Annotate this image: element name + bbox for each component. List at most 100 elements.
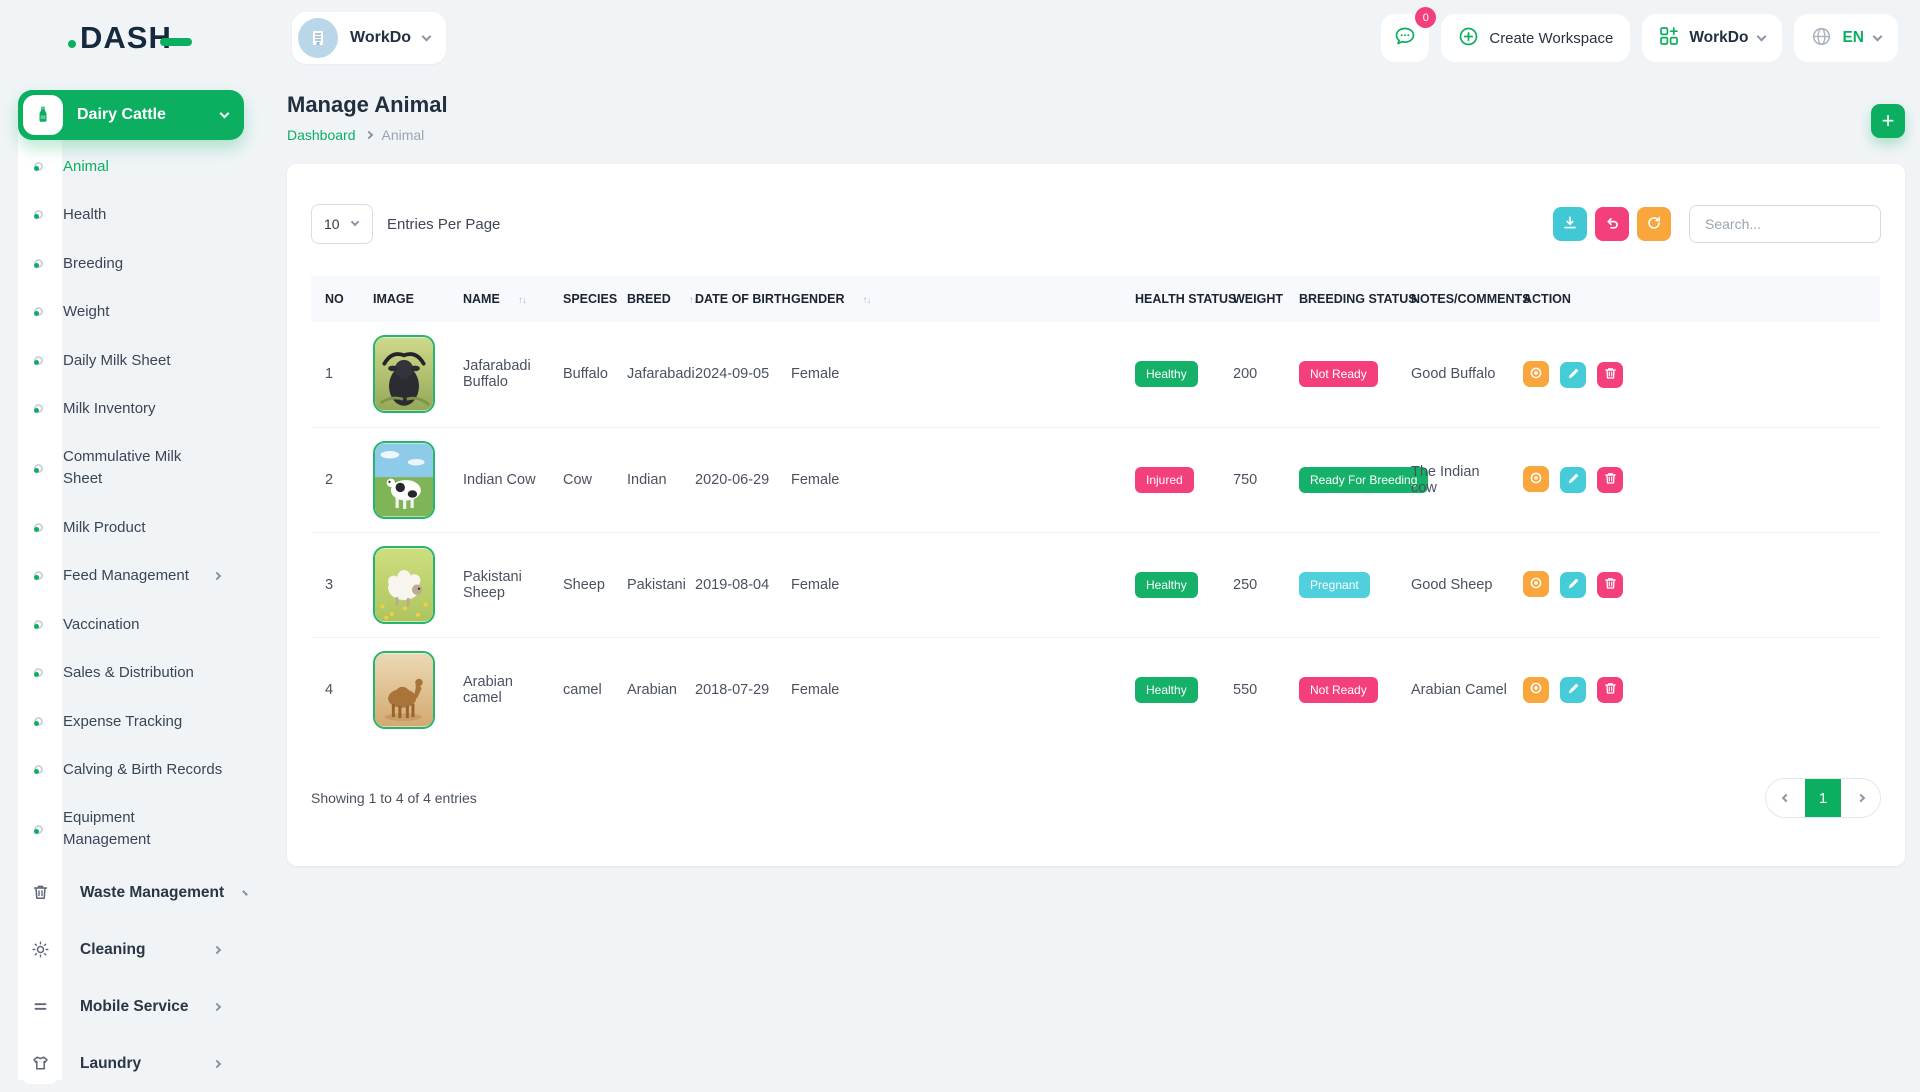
- cell-breed: Pakistani: [613, 532, 681, 637]
- chevron-left-icon: [1781, 794, 1789, 802]
- view-button[interactable]: [1523, 571, 1549, 597]
- download-icon: [1562, 215, 1578, 234]
- workspace-switcher[interactable]: WorkDo: [292, 12, 446, 64]
- chevron-down-icon: [1757, 31, 1767, 41]
- table-actions: [1553, 205, 1881, 243]
- animals-table: NOIMAGENAME↑↓SPECIES↑↓BREED↑↓DATE OF BIR…: [311, 276, 1880, 742]
- sidebar-item-label: Expense Tracking: [63, 713, 182, 730]
- sidebar-item-animal[interactable]: Animal: [0, 142, 270, 191]
- sidebar-item-expense-tracking[interactable]: Expense Tracking: [0, 697, 270, 746]
- pencil-icon: [1567, 577, 1580, 593]
- column-header-no: NO: [311, 276, 359, 322]
- circle-plus-icon: [1458, 26, 1479, 51]
- messages-count-badge: 0: [1415, 7, 1436, 28]
- brand-name: DASH: [80, 20, 172, 56]
- sidebar-item-milk-product[interactable]: Milk Product: [0, 503, 270, 552]
- add-animal-button[interactable]: +: [1871, 104, 1905, 138]
- animals-table-card: 10 Entries Per Page: [287, 164, 1905, 866]
- create-workspace-button[interactable]: Create Workspace: [1441, 14, 1630, 62]
- edit-button[interactable]: [1560, 572, 1586, 598]
- column-header-breeding-status[interactable]: BREEDING STATUS↑↓: [1285, 276, 1397, 322]
- eye-icon: [1529, 366, 1543, 383]
- sidebar-item-weight[interactable]: Weight: [0, 288, 270, 337]
- health-status-badge: Injured: [1135, 467, 1194, 493]
- cell-weight: 750: [1219, 427, 1285, 532]
- delete-button[interactable]: [1597, 572, 1623, 598]
- sidebar-item-health[interactable]: Health: [0, 191, 270, 240]
- showing-entries-text: Showing 1 to 4 of 4 entries: [311, 790, 477, 806]
- refresh-button[interactable]: [1637, 207, 1671, 241]
- table-row: 4 Arabian camel camel Arabian 2018-07-29…: [311, 637, 1880, 742]
- sidebar-item-vaccination[interactable]: Vaccination: [0, 600, 270, 649]
- column-header-gender[interactable]: GENDER↑↓: [777, 276, 1121, 322]
- export-button[interactable]: [1553, 207, 1587, 241]
- cell-health-status: Healthy: [1121, 637, 1219, 742]
- current-page-button[interactable]: 1: [1805, 779, 1841, 817]
- column-header-species[interactable]: SPECIES↑↓: [549, 276, 613, 322]
- breeding-status-badge: Not Ready: [1299, 677, 1378, 703]
- sidebar-module-cleaning[interactable]: Cleaning: [0, 921, 270, 978]
- language-selector[interactable]: EN: [1794, 14, 1898, 62]
- cell-health-status: Injured: [1121, 427, 1219, 532]
- breadcrumb-dashboard-link[interactable]: Dashboard: [287, 127, 356, 143]
- page-heading-block: Manage Animal Dashboard Animal: [287, 76, 448, 143]
- column-header-image: IMAGE: [359, 276, 449, 322]
- workspace-label: WorkDo: [350, 29, 411, 47]
- bullet-icon: [34, 717, 43, 726]
- edit-button[interactable]: [1560, 467, 1586, 493]
- sidebar: Dairy Cattle Animal Health Breeding Weig…: [0, 76, 270, 1080]
- sidebar-module-waste-management[interactable]: Waste Management: [0, 864, 270, 921]
- chevron-right-icon: [364, 131, 372, 139]
- breadcrumb: Dashboard Animal: [287, 127, 448, 143]
- view-button[interactable]: [1523, 361, 1549, 387]
- chevron-right-icon: [213, 1059, 221, 1067]
- sidebar-item-feed-management[interactable]: Feed Management: [0, 552, 270, 601]
- cell-species: camel: [549, 637, 613, 742]
- refresh-icon: [1646, 215, 1662, 234]
- messages-button[interactable]: 0: [1381, 14, 1429, 62]
- trash-icon: [20, 873, 60, 913]
- sidebar-item-label: Vaccination: [63, 616, 139, 633]
- sidebar-module-laundry[interactable]: Laundry: [0, 1035, 270, 1092]
- edit-button[interactable]: [1560, 362, 1586, 388]
- sidebar-module-mobile-service[interactable]: Mobile Service: [0, 978, 270, 1035]
- sidebar-item-equipment-management[interactable]: Equipment Management: [0, 794, 270, 864]
- delete-button[interactable]: [1597, 467, 1623, 493]
- app-switcher-button[interactable]: WorkDo: [1642, 14, 1782, 62]
- search-input[interactable]: [1689, 205, 1881, 243]
- bullet-icon: [34, 668, 43, 677]
- sidebar-item-calving-birth-records[interactable]: Calving & Birth Records: [0, 746, 270, 795]
- column-header-notes-comments[interactable]: NOTES/COMMENTS↑↓: [1397, 276, 1509, 322]
- back-button[interactable]: [1595, 207, 1629, 241]
- sidebar-item-milk-inventory[interactable]: Milk Inventory: [0, 385, 270, 434]
- sidebar-item-sales-distribution[interactable]: Sales & Distribution: [0, 649, 270, 698]
- next-page-button[interactable]: [1841, 779, 1880, 817]
- edit-button[interactable]: [1560, 677, 1586, 703]
- sidebar-item-label: Milk Product: [63, 519, 146, 536]
- column-header-health-status[interactable]: HEALTH STATUS↑↓: [1121, 276, 1219, 322]
- bullet-icon: [34, 356, 43, 365]
- cell-breeding-status: Pregnant: [1285, 532, 1397, 637]
- cell-weight: 550: [1219, 637, 1285, 742]
- breeding-status-badge: Not Ready: [1299, 361, 1378, 387]
- chevron-right-icon: [213, 572, 221, 580]
- chevron-down-icon: [350, 218, 358, 226]
- view-button[interactable]: [1523, 466, 1549, 492]
- undo-arrow-icon: [1604, 215, 1620, 234]
- main-content: Manage Animal Dashboard Animal + 10 Entr…: [287, 76, 1905, 1080]
- entries-value: 10: [324, 216, 340, 232]
- pagination: 1: [1765, 778, 1881, 818]
- sidebar-module-dairy-cattle[interactable]: Dairy Cattle: [18, 90, 244, 140]
- sidebar-item-label: Commulative Milk Sheet: [63, 446, 215, 490]
- delete-button[interactable]: [1597, 677, 1623, 703]
- sidebar-item-breeding[interactable]: Breeding: [0, 239, 270, 288]
- entries-per-page-select[interactable]: 10: [311, 204, 373, 244]
- previous-page-button[interactable]: [1766, 779, 1805, 817]
- delete-button[interactable]: [1597, 362, 1623, 388]
- column-header-date-of-birth[interactable]: DATE OF BIRTH↑↓: [681, 276, 777, 322]
- sidebar-item-daily-milk-sheet[interactable]: Daily Milk Sheet: [0, 336, 270, 385]
- sidebar-item-commulative-milk-sheet[interactable]: Commulative Milk Sheet: [0, 433, 270, 503]
- pencil-icon: [1567, 367, 1580, 383]
- column-header-name[interactable]: NAME↑↓: [449, 276, 549, 322]
- view-button[interactable]: [1523, 677, 1549, 703]
